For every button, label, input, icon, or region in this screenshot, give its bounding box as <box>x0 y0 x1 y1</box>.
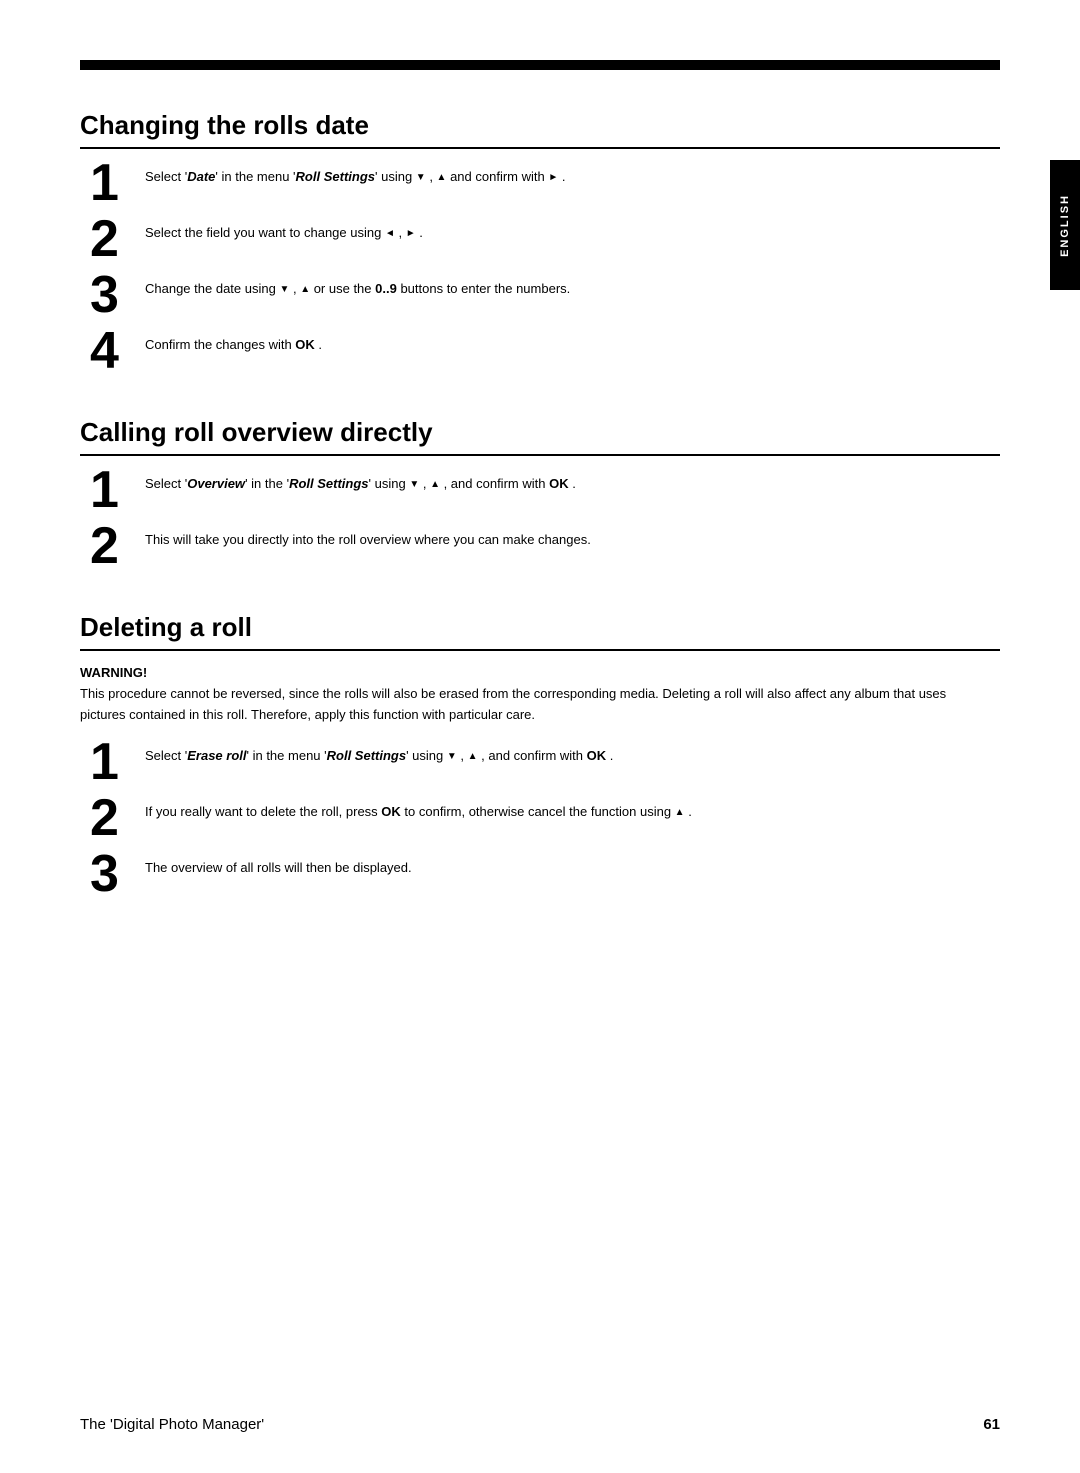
step-text-4: Confirm the changes with OK . <box>145 329 322 355</box>
step-number-1: 1 <box>90 157 145 209</box>
step-text-3: Change the date using ▼ , ▲ or use the 0… <box>145 273 570 299</box>
step-row: 3 Change the date using ▼ , ▲ or use the… <box>90 273 1000 321</box>
step-number-2: 2 <box>90 792 145 844</box>
warning-text: This procedure cannot be reversed, since… <box>80 684 980 726</box>
step-text-3: The overview of all rolls will then be d… <box>145 852 412 878</box>
page-footer: The 'Digital Photo Manager' 61 <box>80 1416 1000 1433</box>
steps-container-2: 1 Select 'Overview' in the 'Roll Setting… <box>80 468 1000 572</box>
step-number-3: 3 <box>90 269 145 321</box>
step-number-1: 1 <box>90 736 145 788</box>
step-row: 4 Confirm the changes with OK . <box>90 329 1000 377</box>
step-text-1: Select 'Overview' in the 'Roll Settings'… <box>145 468 576 494</box>
step-number-1: 1 <box>90 464 145 516</box>
top-bar <box>80 60 1000 70</box>
step-row: 2 If you really want to delete the roll,… <box>90 796 1000 844</box>
section-calling-roll-overview: Calling roll overview directly 1 Select … <box>80 417 1000 572</box>
step-text-2: Select the field you want to change usin… <box>145 217 423 243</box>
step-row: 1 Select 'Date' in the menu 'Roll Settin… <box>90 161 1000 209</box>
sidebar-label: ENGLISH <box>1059 194 1071 257</box>
section-heading-3: Deleting a roll <box>80 612 1000 651</box>
step-row: 3 The overview of all rolls will then be… <box>90 852 1000 900</box>
warning-label: WARNING! <box>80 665 1000 680</box>
step-number-2: 2 <box>90 213 145 265</box>
step-text-1: Select 'Date' in the menu 'Roll Settings… <box>145 161 565 187</box>
section-heading-1: Changing the rolls date <box>80 110 1000 149</box>
step-row: 2 This will take you directly into the r… <box>90 524 1000 572</box>
footer-page-number: 61 <box>983 1416 1000 1433</box>
steps-container-1: 1 Select 'Date' in the menu 'Roll Settin… <box>80 161 1000 377</box>
step-number-2: 2 <box>90 520 145 572</box>
step-row: 1 Select 'Erase roll' in the menu 'Roll … <box>90 740 1000 788</box>
section-changing-rolls-date: Changing the rolls date 1 Select 'Date' … <box>80 110 1000 377</box>
step-row: 2 Select the field you want to change us… <box>90 217 1000 265</box>
steps-container-3: 1 Select 'Erase roll' in the menu 'Roll … <box>80 740 1000 900</box>
footer-title: The 'Digital Photo Manager' <box>80 1416 264 1433</box>
step-number-4: 4 <box>90 325 145 377</box>
step-number-3: 3 <box>90 848 145 900</box>
step-text-1: Select 'Erase roll' in the menu 'Roll Se… <box>145 740 613 766</box>
sidebar-tab: ENGLISH <box>1050 160 1080 290</box>
section-heading-2: Calling roll overview directly <box>80 417 1000 456</box>
step-text-2: If you really want to delete the roll, p… <box>145 796 692 822</box>
step-row: 1 Select 'Overview' in the 'Roll Setting… <box>90 468 1000 516</box>
section-deleting-roll: Deleting a roll WARNING! This procedure … <box>80 612 1000 900</box>
page-container: ENGLISH Changing the rolls date 1 Select… <box>0 0 1080 1473</box>
step-text-2: This will take you directly into the rol… <box>145 524 591 550</box>
